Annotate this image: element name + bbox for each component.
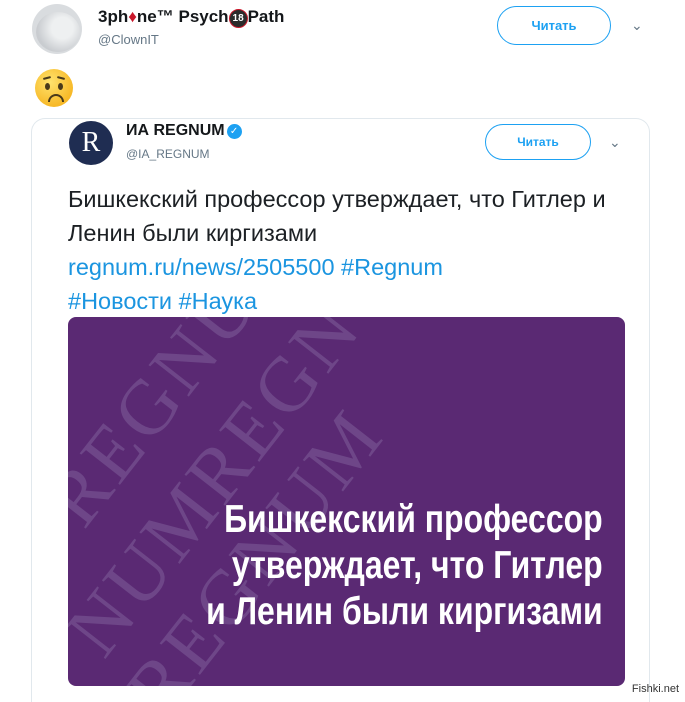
name-part-1: 3ph bbox=[98, 7, 129, 26]
quoted-author-name[interactable]: ИА REGNUM ✓ bbox=[126, 122, 242, 140]
chevron-down-icon[interactable]: ⌄ bbox=[631, 17, 643, 34]
follow-button[interactable]: Читать bbox=[497, 6, 611, 45]
headline-line-2: утверждает, что Гитлер bbox=[232, 544, 604, 587]
headline-line-3: и Ленин были киргизами bbox=[206, 590, 603, 633]
verified-badge-icon: ✓ bbox=[226, 124, 242, 139]
age-18-icon: 18 bbox=[228, 9, 248, 28]
hashtag-regnum[interactable]: #Regnum bbox=[341, 254, 443, 280]
hashtag-novosti[interactable]: #Новости bbox=[68, 288, 172, 314]
diamond-icon: ♦ bbox=[128, 7, 137, 26]
quoted-chevron-down-icon[interactable]: ⌄ bbox=[609, 134, 621, 151]
retweeter-avatar[interactable] bbox=[32, 4, 82, 54]
retweeter-handle[interactable]: @ClownIT bbox=[98, 32, 159, 47]
hashtag-nauka[interactable]: #Наука bbox=[179, 288, 257, 314]
media-headline: Бишкекский профессор утверждает, что Гит… bbox=[206, 497, 603, 635]
name-part-3: Path bbox=[247, 7, 285, 26]
tweet-body: Бишкекский профессор утверждает, что Гит… bbox=[68, 186, 606, 246]
retweeter-name[interactable]: 3ph♦ne™ Psych 18 Path bbox=[98, 7, 284, 28]
quoted-author-handle[interactable]: @IA_REGNUM bbox=[126, 147, 210, 161]
regnum-logo-avatar[interactable]: R bbox=[69, 121, 113, 165]
headline-line-1: Бишкекский профессор bbox=[224, 498, 603, 541]
news-link[interactable]: regnum.ru/news/2505500 bbox=[68, 254, 335, 280]
site-watermark: Fishki.net bbox=[631, 683, 679, 695]
tweet-media-image[interactable]: REGNUM NUMREGNUM REGNUM Бишкекский профе… bbox=[68, 317, 625, 686]
quoted-follow-button[interactable]: Читать bbox=[485, 124, 591, 160]
fearful-face-emoji bbox=[35, 69, 73, 107]
quoted-tweet-text: Бишкекский профессор утверждает, что Гит… bbox=[68, 182, 628, 318]
quoted-author-name-text: ИА REGNUM bbox=[126, 122, 225, 139]
name-part-2: ne™ Psych bbox=[136, 7, 229, 26]
